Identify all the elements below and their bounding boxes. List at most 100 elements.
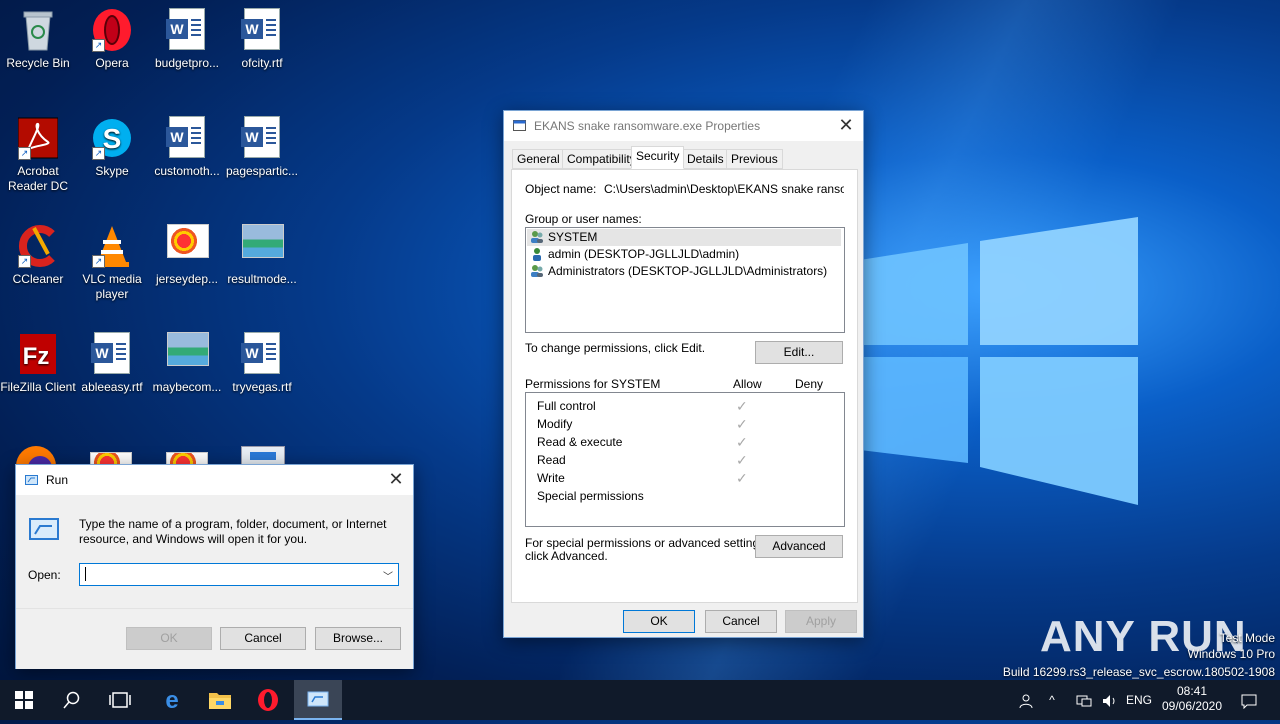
desktop-icon-acrobat[interactable]: ↗ Acrobat Reader DC — [0, 108, 76, 194]
allow-check-icon: ✓ — [736, 470, 748, 486]
clock-time: 08:41 — [1176, 684, 1208, 698]
properties-dialog: EKANS snake ransomware.exe Properties ✕ … — [503, 110, 864, 638]
desktop-icon-file[interactable]: jerseydep... — [149, 216, 225, 287]
image-file-icon — [167, 224, 209, 268]
task-view-button[interactable] — [96, 680, 144, 720]
list-item[interactable]: SYSTEM — [527, 229, 841, 246]
vlc-icon: ↗ — [92, 224, 132, 268]
tab-general[interactable]: General — [512, 149, 565, 169]
group-name: Administrators (DESKTOP-JGLLJLD\Administ… — [548, 264, 828, 278]
desktop-icon-file[interactable]: W ofcity.rtf — [224, 0, 300, 71]
desktop-icon-ccleaner[interactable]: ↗ CCleaner — [0, 216, 76, 287]
filezilla-icon: Fz — [18, 332, 58, 376]
desktop-icon-file[interactable]: W ableeasy.rtf — [74, 324, 150, 395]
desktop-icon-label: jerseydep... — [155, 272, 219, 286]
desktop-icon-file[interactable]: W budgetpro... — [149, 0, 225, 71]
shortcut-arrow-icon: ↗ — [92, 39, 105, 52]
clock[interactable]: 08:41 09/06/2020 — [1160, 680, 1224, 724]
svg-text:e: e — [165, 689, 178, 711]
taskbar-run[interactable] — [294, 680, 342, 720]
close-icon[interactable]: ✕ — [379, 465, 413, 495]
permission-name: Write — [537, 471, 565, 485]
word-doc-icon: W — [241, 8, 282, 52]
browse-button[interactable]: Browse... — [315, 627, 401, 650]
shortcut-arrow-icon: ↗ — [18, 255, 31, 268]
run-description-line-1: Type the name of a program, folder, docu… — [79, 517, 387, 531]
chevron-down-icon[interactable]: ﹀ — [383, 568, 393, 583]
taskbar-opera[interactable] — [244, 680, 292, 720]
network-icon[interactable] — [1072, 680, 1096, 720]
desktop-icon-label: Acrobat Reader DC — [7, 164, 69, 193]
allow-check-icon: ✓ — [736, 398, 748, 414]
tab-previous-versions[interactable]: Previous Versions — [726, 149, 783, 184]
open-input[interactable]: ﹀ — [79, 563, 399, 586]
volume-icon[interactable] — [1098, 680, 1122, 720]
desktop-icon-label: tryvegas.rtf — [232, 380, 292, 394]
edit-button[interactable]: Edit... — [755, 341, 843, 364]
word-doc-icon: W — [241, 332, 282, 376]
start-icon — [15, 691, 33, 709]
chevron-up-icon[interactable]: ^ — [1042, 680, 1062, 720]
recycle-bin-icon — [18, 8, 58, 52]
search-button[interactable] — [48, 680, 96, 720]
search-icon — [63, 691, 80, 709]
desktop-icon-vlc[interactable]: ↗ VLC media player — [74, 216, 150, 302]
special-permissions-hint-2: click Advanced. — [525, 549, 608, 563]
word-doc-icon: W — [166, 8, 207, 52]
desktop-icon-label: Opera — [95, 56, 129, 70]
taskbar-edge[interactable]: e — [148, 680, 196, 720]
desktop-icon-label: Recycle Bin — [6, 56, 70, 70]
close-icon[interactable]: ✕ — [829, 111, 863, 141]
tab-security[interactable]: Security — [631, 146, 685, 169]
desktop-icon-file[interactable]: W customoth... — [149, 108, 225, 179]
change-permissions-hint: To change permissions, click Edit. — [525, 341, 706, 355]
allow-check-icon: ✓ — [736, 434, 748, 450]
desktop-icon-skype[interactable]: S ↗ Skype — [74, 108, 150, 179]
object-name-value: C:\Users\admin\Desktop\EKANS snake ranso… — [604, 182, 844, 196]
desktop-icon-label: ofcity.rtf — [241, 56, 283, 70]
properties-titlebar[interactable]: EKANS snake ransomware.exe Properties ✕ — [504, 111, 863, 141]
desktop-icon-file[interactable]: maybecom... — [149, 324, 225, 395]
shortcut-arrow-icon: ↗ — [92, 147, 105, 160]
desktop-icon-opera[interactable]: ↗ Opera — [74, 0, 150, 71]
notifications-icon[interactable] — [1234, 680, 1264, 720]
word-doc-icon: W — [241, 116, 282, 160]
cancel-button[interactable]: Cancel — [705, 610, 777, 633]
users-group-icon — [530, 230, 544, 244]
taskbar: e ^ ENG 08:41 09/06/2020 — [0, 680, 1280, 720]
text-caret — [85, 567, 86, 581]
cancel-button[interactable]: Cancel — [220, 627, 306, 650]
advanced-button[interactable]: Advanced — [755, 535, 843, 558]
users-group-icon — [530, 264, 544, 278]
list-item[interactable]: admin (DESKTOP-JGLLJLD\admin) — [530, 246, 739, 263]
desktop-icon-file[interactable]: W tryvegas.rtf — [224, 324, 300, 395]
start-button[interactable] — [0, 680, 48, 720]
ok-button[interactable]: OK — [623, 610, 695, 633]
build-text: Build 16299.rs3_release_svc_escrow.18050… — [1002, 665, 1275, 679]
permissions-list[interactable]: Full control ✓ Modify ✓ Read & execute ✓… — [525, 392, 845, 527]
desktop-icon-recycle-bin[interactable]: Recycle Bin — [0, 0, 76, 71]
run-icon — [307, 691, 329, 707]
ok-button[interactable]: OK — [126, 627, 212, 650]
apply-button[interactable]: Apply — [785, 610, 857, 633]
exe-file-icon — [513, 120, 526, 131]
group-names-list[interactable]: SYSTEM admin (DESKTOP-JGLLJLD\admin) Adm… — [525, 227, 845, 333]
group-name: admin (DESKTOP-JGLLJLD\admin) — [548, 247, 740, 261]
run-description-line-2: resource, and Windows will open it for y… — [79, 532, 308, 546]
desktop-icon-file[interactable]: W pagespartic... — [224, 108, 300, 179]
edge-icon: e — [165, 689, 178, 711]
deny-column-header: Deny — [795, 377, 824, 391]
people-icon[interactable] — [1012, 680, 1038, 720]
tab-details[interactable]: Details — [682, 149, 729, 169]
desktop-icon-file[interactable]: resultmode... — [224, 216, 300, 287]
windows-logo-wallpaper — [860, 217, 1138, 505]
desktop-icon-label: customoth... — [154, 164, 220, 178]
language-indicator[interactable]: ENG — [1122, 680, 1156, 720]
run-title: Run — [46, 473, 69, 487]
run-titlebar[interactable]: Run ✕ — [16, 465, 413, 495]
desktop-icon-filezilla[interactable]: Fz FileZilla Client — [0, 324, 76, 395]
list-item[interactable]: Administrators (DESKTOP-JGLLJLD\Administ… — [530, 263, 827, 280]
tab-compatibility[interactable]: Compatibility — [562, 149, 641, 169]
image-file-icon — [242, 224, 284, 268]
taskbar-file-explorer[interactable] — [196, 680, 244, 720]
